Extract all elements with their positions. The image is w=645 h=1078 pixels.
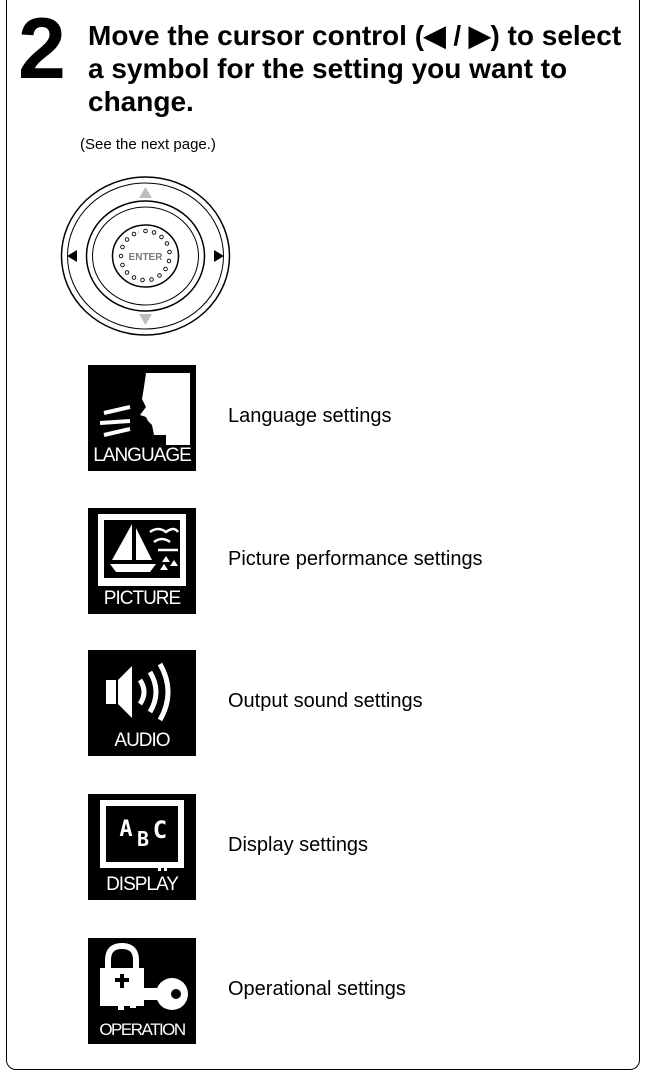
step-number: 2 [18, 1, 66, 97]
setting-row-picture[interactable]: PICTURE Picture performance settings [88, 508, 608, 618]
operation-icon[interactable]: OPERATION [88, 938, 196, 1044]
setting-description: Operational settings [228, 978, 406, 1000]
svg-text:A: A [119, 817, 132, 842]
setting-description: Language settings [228, 405, 392, 427]
setting-row-display[interactable]: A B C DISPLAY Display settings [88, 794, 608, 904]
step-instruction: Move the cursor control (◀ / ▶) to selec… [88, 20, 622, 117]
setting-row-audio[interactable]: AUDIO Output sound settings [88, 650, 608, 760]
display-icon[interactable]: A B C DISPLAY [88, 794, 196, 900]
setting-description: Output sound settings [228, 690, 423, 712]
enter-label: ENTER [129, 252, 164, 263]
svg-text:C: C [153, 816, 167, 844]
tile-label-picture: PICTURE [103, 588, 181, 609]
tile-label-operation: OPERATION [99, 1020, 186, 1039]
see-next-page-note: (See the next page.) [80, 136, 216, 153]
tile-label-display: DISPLAY [106, 874, 179, 895]
tile-label-audio: AUDIO [114, 730, 170, 751]
setting-row-language[interactable]: LANGUAGE Language settings [88, 365, 608, 475]
language-icon[interactable]: LANGUAGE [88, 365, 196, 471]
tile-label-language: LANGUAGE [93, 445, 192, 466]
picture-icon[interactable]: PICTURE [88, 508, 196, 614]
setting-description: Display settings [228, 834, 369, 856]
setting-row-operation[interactable]: OPERATION Operational settings [88, 938, 608, 1048]
cursor-control-dial[interactable]: ENTER [58, 174, 233, 338]
svg-text:B: B [137, 827, 149, 851]
setting-description: Picture performance settings [228, 548, 483, 570]
audio-icon[interactable]: AUDIO [88, 650, 196, 756]
